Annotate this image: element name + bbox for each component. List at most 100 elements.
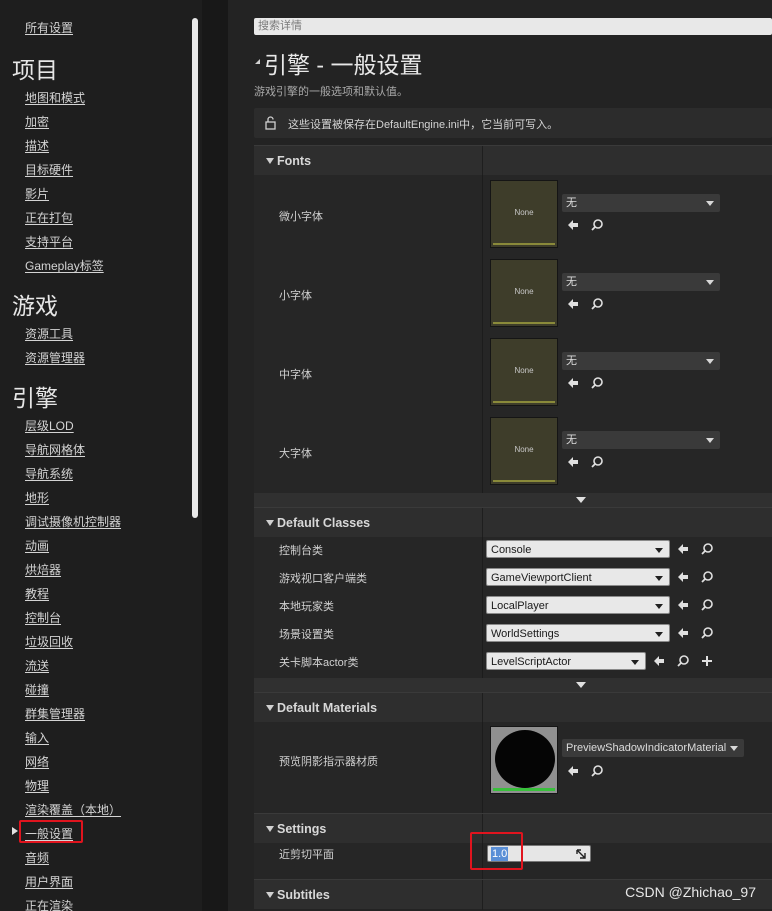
font-thumbnail[interactable]: None xyxy=(490,180,558,248)
class-combo[interactable]: WorldSettings xyxy=(486,624,670,642)
sidebar-item[interactable]: 网络 xyxy=(25,753,49,770)
sidebar-item[interactable]: 物理 xyxy=(25,777,49,794)
combo-value: PreviewShadowIndicatorMaterial xyxy=(566,742,727,754)
collapse-arrow-icon[interactable] xyxy=(266,826,274,832)
use-selected-arrow-icon[interactable] xyxy=(652,654,666,668)
material-thumbnail[interactable] xyxy=(490,726,558,794)
browse-search-icon[interactable] xyxy=(590,764,604,778)
use-selected-arrow-icon[interactable] xyxy=(566,764,580,778)
use-selected-arrow-icon[interactable] xyxy=(566,376,580,390)
class-combo[interactable]: Console xyxy=(486,540,670,558)
sidebar-item[interactable]: 动画 xyxy=(25,537,49,554)
sidebar-item[interactable]: 正在打包 xyxy=(25,209,73,226)
font-asset-combo[interactable]: 无 xyxy=(562,352,720,370)
prop-label: 大字体 xyxy=(279,448,312,460)
collapse-arrow-icon[interactable] xyxy=(266,520,274,526)
font-thumbnail[interactable]: None xyxy=(490,338,558,406)
class-combo[interactable]: LevelScriptActor xyxy=(486,652,646,670)
font-asset-combo[interactable]: 无 xyxy=(562,194,720,212)
browse-search-icon[interactable] xyxy=(590,455,604,469)
sidebar-item-general-settings[interactable]: 一般设置 xyxy=(25,825,73,842)
thumb-text: None xyxy=(514,366,534,375)
sidebar-item[interactable]: 影片 xyxy=(25,185,49,202)
sidebar-item[interactable]: 地图和模式 xyxy=(25,89,85,106)
sidebar-item[interactable]: 地形 xyxy=(25,489,49,506)
column-divider xyxy=(482,508,483,538)
sidebar-item[interactable]: 教程 xyxy=(25,585,49,602)
browse-search-icon[interactable] xyxy=(700,626,714,640)
browse-search-icon[interactable] xyxy=(590,218,604,232)
sidebar-item[interactable]: 资源工具 xyxy=(25,325,73,342)
sidebar-item[interactable]: 目标硬件 xyxy=(25,161,73,178)
category-default-materials[interactable]: Default Materials xyxy=(254,692,772,723)
material-asset-combo[interactable]: PreviewShadowIndicatorMaterial xyxy=(562,739,744,757)
sidebar-item[interactable]: 音频 xyxy=(25,849,49,866)
use-selected-arrow-icon[interactable] xyxy=(566,218,580,232)
sidebar-item[interactable]: 用户界面 xyxy=(25,873,73,890)
class-combo[interactable]: GameViewportClient xyxy=(486,568,670,586)
combo-value: GameViewportClient xyxy=(491,572,592,584)
sidebar-item[interactable]: 导航网格体 xyxy=(25,441,85,458)
browse-search-icon[interactable] xyxy=(676,654,690,668)
sidebar-item[interactable]: 垃圾回收 xyxy=(25,633,73,650)
expand-arrow-icon xyxy=(576,497,586,503)
thumb-text: None xyxy=(514,287,534,296)
font-asset-combo[interactable]: 无 xyxy=(562,273,720,291)
collapse-arrow-icon[interactable] xyxy=(266,892,274,898)
sidebar-item[interactable]: 渲染覆盖（本地） xyxy=(25,801,121,818)
browse-search-icon[interactable] xyxy=(700,570,714,584)
sidebar-item[interactable]: 资源管理器 xyxy=(25,349,85,366)
sidebar-item[interactable]: 加密 xyxy=(25,113,49,130)
material-type-bar xyxy=(493,788,555,791)
sidebar-item[interactable]: 群集管理器 xyxy=(25,705,85,722)
drag-grip-icon[interactable] xyxy=(576,849,586,859)
font-asset-combo[interactable]: 无 xyxy=(562,431,720,449)
sidebar-item[interactable]: 烘焙器 xyxy=(25,561,61,578)
sidebar-item[interactable]: 碰撞 xyxy=(25,681,49,698)
use-selected-arrow-icon[interactable] xyxy=(566,455,580,469)
category-default-classes[interactable]: Default Classes xyxy=(254,507,772,538)
collapse-arrow-icon[interactable] xyxy=(266,705,274,711)
category-fonts[interactable]: Fonts xyxy=(254,145,772,176)
sidebar-item[interactable]: 层级LOD xyxy=(25,417,74,434)
prop-label: 场景设置类 xyxy=(279,629,334,641)
browse-search-icon[interactable] xyxy=(590,297,604,311)
browse-search-icon[interactable] xyxy=(700,542,714,556)
sidebar-item[interactable]: 导航系统 xyxy=(25,465,73,482)
advanced-expander[interactable] xyxy=(254,493,772,507)
sidebar-item[interactable]: 控制台 xyxy=(25,609,61,626)
search-input[interactable]: 搜索详情 xyxy=(254,18,772,35)
font-thumbnail[interactable]: None xyxy=(490,417,558,485)
collapse-caret-icon[interactable] xyxy=(255,59,260,64)
use-selected-arrow-icon[interactable] xyxy=(676,542,690,556)
sidebar-item[interactable]: 支持平台 xyxy=(25,233,73,250)
use-selected-arrow-icon[interactable] xyxy=(566,297,580,311)
collapse-arrow-icon[interactable] xyxy=(266,158,274,164)
advanced-expander[interactable] xyxy=(254,678,772,692)
browse-search-icon[interactable] xyxy=(590,376,604,390)
details-panel: 搜索详情 引擎 - 一般设置 游戏引擎的一般选项和默认值。 这些设置被保存在De… xyxy=(228,0,772,911)
browse-search-icon[interactable] xyxy=(700,598,714,612)
sidebar-section-game: 游戏 xyxy=(12,293,58,319)
column-divider xyxy=(482,693,483,723)
sidebar-scrollbar[interactable] xyxy=(192,18,198,518)
use-selected-arrow-icon[interactable] xyxy=(676,598,690,612)
font-thumbnail[interactable]: None xyxy=(490,259,558,327)
prop-label: 游戏视口客户端类 xyxy=(279,573,367,585)
use-selected-arrow-icon[interactable] xyxy=(676,626,690,640)
use-selected-arrow-icon[interactable] xyxy=(676,570,690,584)
sidebar-item[interactable]: 描述 xyxy=(25,137,49,154)
dropdown-arrow-icon xyxy=(706,201,714,206)
sidebar-item[interactable]: 正在渲染 xyxy=(25,897,73,911)
sidebar-item-all-settings[interactable]: 所有设置 xyxy=(25,19,73,36)
page-subtitle: 游戏引擎的一般选项和默认值。 xyxy=(254,86,408,98)
category-label: Default Classes xyxy=(277,516,371,530)
settings-sidebar: 所有设置 项目 地图和模式 加密 描述 目标硬件 影片 正在打包 支持平台 Ga… xyxy=(0,0,202,911)
sidebar-item[interactable]: 流送 xyxy=(25,657,49,674)
column-divider xyxy=(482,175,483,493)
sidebar-item[interactable]: Gameplay标签 xyxy=(25,257,104,274)
sidebar-item[interactable]: 输入 xyxy=(25,729,49,746)
add-plus-icon[interactable] xyxy=(700,654,714,668)
sidebar-item[interactable]: 调试摄像机控制器 xyxy=(25,513,121,530)
class-combo[interactable]: LocalPlayer xyxy=(486,596,670,614)
